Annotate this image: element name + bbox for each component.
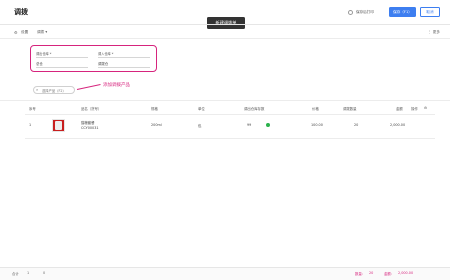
out-warehouse-value-line xyxy=(36,67,88,68)
product-unit: 包 xyxy=(198,124,202,128)
column-header-unit: 单位 xyxy=(198,107,205,111)
table-row-divider xyxy=(25,138,435,139)
chevron-down-icon: ▾ xyxy=(44,30,48,34)
footer-bar xyxy=(0,267,450,280)
table-top-divider xyxy=(0,100,450,101)
stock-status-icon xyxy=(266,123,270,127)
footer-total-value: 1 xyxy=(27,271,30,275)
annotation-label: 添加调拨产品 xyxy=(103,83,130,88)
new-transfer-tooltip: 新建调拨单 xyxy=(207,17,245,29)
footer-amount-label: 金额： xyxy=(384,272,395,276)
column-header-index: 序号 xyxy=(29,107,36,111)
in-warehouse-label: 调入仓库 * xyxy=(98,52,114,56)
product-qty[interactable]: 20 xyxy=(354,123,358,127)
settings-icon[interactable]: ⚙ xyxy=(14,30,18,35)
settings-label[interactable]: 设置 xyxy=(21,30,28,35)
save-button[interactable]: 保存（F1） xyxy=(389,7,416,17)
product-price[interactable]: 100.00 xyxy=(311,123,323,127)
column-header-price: 价格 xyxy=(312,107,319,111)
product-name: 猫粮套餐 xyxy=(81,121,95,125)
column-settings-icon[interactable]: ⚙ xyxy=(424,106,427,110)
search-icon: ⌕ xyxy=(36,87,39,92)
product-code: CCY00031 xyxy=(81,126,99,130)
warehouse-fields-highlight xyxy=(30,45,157,72)
more-button[interactable]: ⋮ 更多 xyxy=(428,30,440,35)
column-header-spec: 规格 xyxy=(151,107,158,111)
toolbar-divider xyxy=(0,38,450,39)
header-divider xyxy=(0,24,450,25)
out-warehouse-label: 调出仓库 * xyxy=(36,52,52,56)
out-warehouse-select[interactable]: 总仓 xyxy=(36,61,43,66)
column-header-stock: 调出仓库存数 xyxy=(244,107,265,111)
more-label: 更多 xyxy=(432,30,440,34)
footer-qty-value: 20 xyxy=(369,271,374,275)
in-warehouse-label-line xyxy=(98,57,150,58)
row-index: 1 xyxy=(29,123,32,127)
product-spec: 200ml xyxy=(151,123,162,127)
in-warehouse-value-line xyxy=(98,67,150,68)
footer-total-label: 合计 xyxy=(12,272,19,276)
product-amount: 2,000.00 xyxy=(390,123,406,127)
product-search-placeholder: 选择产品（F2） xyxy=(42,89,66,93)
out-warehouse-label-line xyxy=(36,57,88,58)
column-header-name: 品名（货号） xyxy=(81,107,102,111)
page-title: 调拨 xyxy=(14,8,28,16)
product-stock: 99 xyxy=(247,123,252,127)
table-header-divider xyxy=(25,114,435,115)
column-header-amount: 金额 xyxy=(396,107,403,111)
column-header-action: 操作 xyxy=(411,107,418,111)
print-after-save-checkbox[interactable] xyxy=(348,10,353,15)
print-after-save-label[interactable]: 保存后打印 xyxy=(356,10,374,15)
footer-count-value: 0 xyxy=(43,271,46,275)
footer-qty-label: 数量： xyxy=(355,272,366,276)
column-header-qty: 调拨数量 xyxy=(343,107,357,111)
footer-amount-value: 2,000.00 xyxy=(398,271,414,275)
transfer-dropdown[interactable]: 调拨 ▾ xyxy=(37,30,47,35)
annotation-arrow xyxy=(76,84,101,90)
cancel-button[interactable]: 取消 xyxy=(420,7,440,17)
in-warehouse-select[interactable]: 调拨仓 xyxy=(98,61,108,66)
product-thumbnail-detail xyxy=(55,121,62,130)
